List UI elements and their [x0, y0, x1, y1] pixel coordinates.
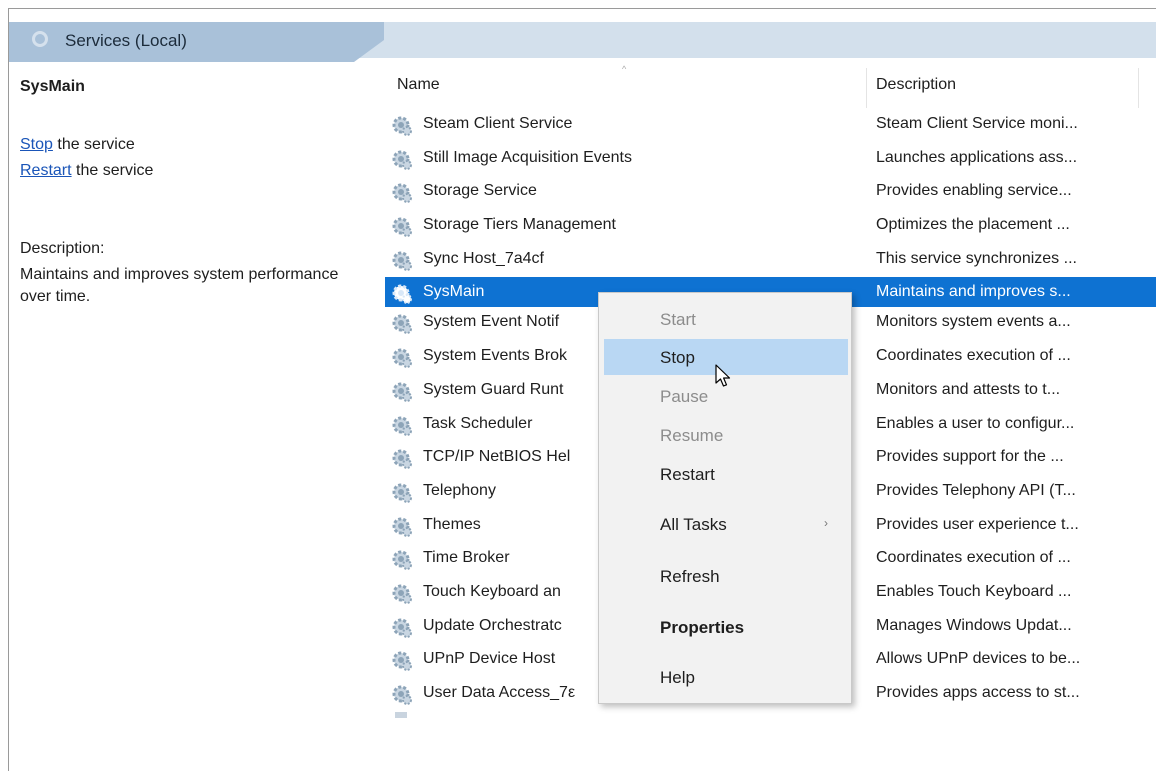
gear-icon [392, 651, 412, 672]
list-scroll-remnant [395, 712, 407, 718]
column-divider[interactable] [1138, 68, 1139, 108]
gear-icon [392, 685, 412, 705]
service-name: TCP/IP NetBIOS Hel [423, 448, 571, 466]
gear-icon [392, 251, 412, 271]
service-name: System Events Brok [423, 347, 568, 365]
description-label: Description: [20, 240, 105, 257]
menu-item-refresh[interactable]: Refresh [604, 558, 848, 594]
header-tab: Services (Local) [9, 22, 384, 62]
stop-link[interactable]: Stop [20, 136, 53, 153]
service-description: Enables Touch Keyboard ... [876, 582, 1072, 600]
gear-icon [392, 348, 412, 369]
gear-icon [392, 284, 412, 305]
service-description: Launches applications ass... [876, 148, 1078, 166]
service-name: SysMain [423, 283, 485, 301]
selected-service-title: SysMain [20, 78, 85, 95]
service-name: Update Orchestratc [423, 616, 562, 634]
service-description: Coordinates execution of ... [876, 549, 1071, 567]
menu-item-restart[interactable]: Restart [604, 456, 848, 492]
service-name: System Guard Runt [423, 380, 564, 398]
gear-icon [392, 618, 412, 638]
service-row[interactable]: Still Image Acquisition Events Launches a… [385, 143, 1156, 177]
menu-item-help[interactable]: Help [604, 659, 848, 695]
service-description: Maintains and improves s... [876, 283, 1071, 301]
gear-icon [392, 517, 412, 537]
column-divider[interactable] [866, 68, 867, 108]
menu-item-properties[interactable]: Properties [604, 609, 848, 645]
service-name: Task Scheduler [423, 414, 533, 432]
gear-icon [392, 183, 412, 204]
service-description: Provides apps access to st... [876, 684, 1080, 701]
service-name: Time Broker [423, 549, 510, 567]
service-description: Provides Telephony API (T... [876, 481, 1076, 499]
service-name: Still Image Acquisition Events [423, 148, 632, 166]
restart-suffix: the service [71, 162, 154, 179]
restart-link[interactable]: Restart [20, 162, 72, 179]
menu-item-resume[interactable]: Resume [604, 417, 848, 453]
service-name: UPnP Device Host [423, 650, 556, 668]
stop-suffix: the service [52, 136, 135, 153]
gear-icon [392, 550, 412, 571]
service-row[interactable]: Sync Host_7a4cf This service synchronizes… [385, 244, 1156, 278]
service-name: Storage Service [423, 182, 537, 200]
description-text: Maintains and improves system performanc… [20, 266, 339, 305]
service-description: Provides enabling service... [876, 182, 1072, 200]
service-description: Monitors system events a... [876, 313, 1071, 331]
service-description: Optimizes the placement ... [876, 216, 1070, 234]
column-header-description[interactable]: Description [876, 76, 956, 104]
gear-icon [392, 483, 412, 503]
gear-icon [392, 449, 412, 470]
service-name: System Event Notif [423, 313, 560, 331]
service-description: Allows UPnP devices to be... [876, 650, 1081, 668]
menu-item-all-tasks[interactable]: All Tasks › [604, 506, 848, 542]
service-row[interactable]: Steam Client Service Steam Client Service… [385, 109, 1156, 143]
restart-action: Restart the service [20, 162, 153, 180]
stop-action: Stop the service [20, 136, 135, 154]
gear-icon [392, 314, 412, 335]
service-row[interactable]: Storage Tiers Management Optimizes the pl… [385, 210, 1156, 244]
service-description: Provides user experience t... [876, 515, 1079, 533]
cursor-arrow-icon [715, 364, 731, 387]
header-title: Services (Local) [65, 31, 187, 50]
service-name: Touch Keyboard an [423, 582, 561, 600]
submenu-arrow-icon: › [824, 516, 828, 530]
sort-indicator: ^ [622, 64, 627, 74]
service-name: Telephony [423, 481, 496, 499]
menu-item-start[interactable]: Start [604, 301, 848, 337]
gear-icon [392, 416, 412, 436]
service-description: Enables a user to configur... [876, 414, 1075, 432]
gear-icon [392, 217, 412, 238]
magnifier-icon [32, 31, 48, 47]
gear-icon [392, 584, 412, 604]
service-row[interactable]: Storage Service Provides enabling service… [385, 176, 1156, 210]
gear-icon [392, 116, 412, 136]
service-description: Coordinates execution of ... [876, 347, 1071, 365]
service-name: User Data Access_7ε [423, 684, 576, 701]
column-header-name[interactable]: Name [397, 76, 440, 104]
gear-icon [392, 150, 412, 170]
service-description: Steam Client Service moni... [876, 115, 1078, 132]
service-description: Monitors and attests to t... [876, 380, 1061, 398]
service-name: Steam Client Service [423, 115, 573, 132]
service-description: Manages Windows Updat... [876, 616, 1072, 634]
context-menu: Start Stop Pause Resume Restart All Task… [598, 292, 852, 704]
gear-icon [392, 382, 412, 402]
service-description: This service synchronizes ... [876, 249, 1077, 267]
service-name: Sync Host_7a4cf [423, 249, 544, 267]
service-description: Provides support for the ... [876, 448, 1064, 466]
service-name: Themes [423, 515, 481, 533]
service-name: Storage Tiers Management [423, 216, 616, 234]
